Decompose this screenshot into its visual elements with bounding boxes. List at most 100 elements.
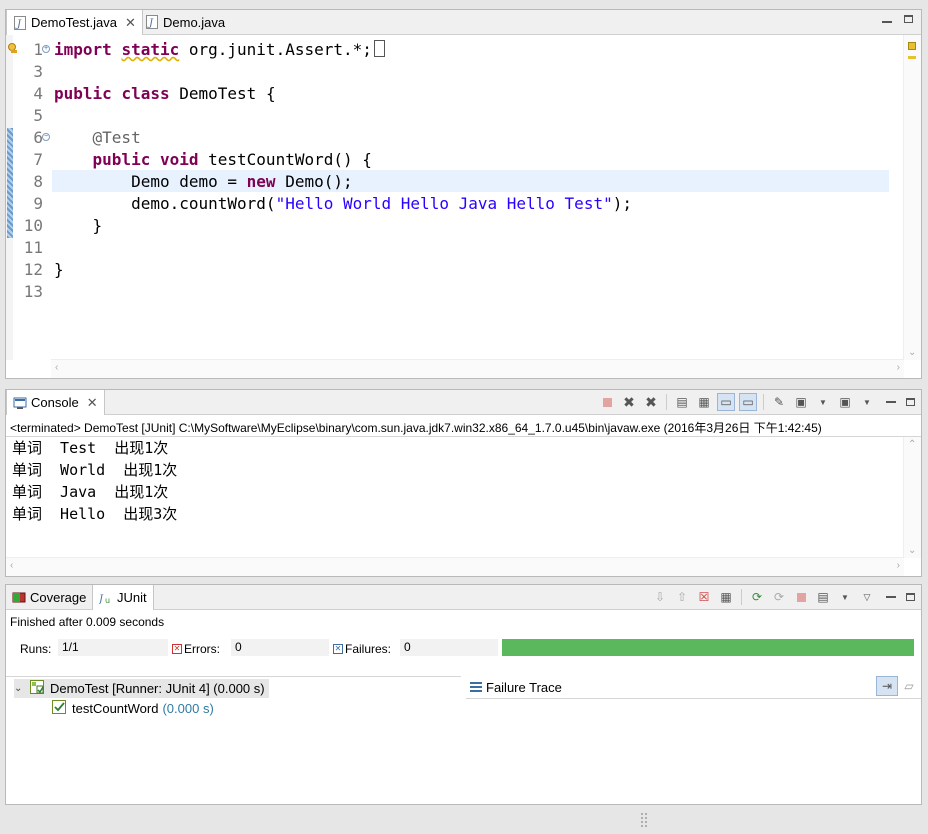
tab-label: Demo.java [163, 14, 226, 30]
display-console-icon[interactable]: ▣ [792, 393, 810, 411]
test-case-node[interactable]: testCountWord (0.000 s) [52, 699, 214, 718]
show-on-output-icon[interactable]: ▭ [717, 393, 735, 411]
code-line[interactable]: import static org.junit.Assert.*; [54, 39, 385, 61]
minimize-icon[interactable] [886, 596, 896, 598]
svg-text:J: J [147, 18, 154, 29]
junit-panel: Coverage Ju JUnit ⇩ ⇧ ☒ ▦ ⟳ ⟳ ▤ ▼ ▽ Fini… [5, 584, 922, 805]
next-failure-icon[interactable]: ⇩ [651, 588, 669, 606]
chevron-down-icon[interactable]: ▼ [814, 393, 832, 411]
pin-console-icon[interactable]: ✎ [770, 393, 788, 411]
clear-console-icon[interactable]: ▤ [673, 393, 691, 411]
code-line[interactable]: demo.countWord("Hello World Hello Java H… [54, 193, 632, 215]
failure-trace-header: Failure Trace [470, 677, 562, 697]
close-icon[interactable]: ✕ [87, 395, 98, 411]
line-number: 1 [33, 40, 43, 59]
failure-icon: ✕ [333, 644, 343, 654]
tab-junit[interactable]: Ju JUnit [92, 585, 154, 610]
chevron-down-icon[interactable]: ⌄ [14, 683, 26, 694]
test-suite-ok-icon [30, 680, 46, 697]
scroll-left-icon[interactable]: ‹ [55, 362, 58, 373]
tab-demo-java[interactable]: J Demo.java [139, 10, 231, 34]
remove-all-icon[interactable]: ✖ [642, 393, 660, 411]
stop-icon[interactable] [792, 588, 810, 606]
remove-launch-icon[interactable]: ✖ [620, 393, 638, 411]
terminate-icon[interactable] [598, 393, 616, 411]
code-token: void [159, 150, 199, 169]
scroll-right-icon[interactable]: › [897, 560, 900, 571]
scroll-lock-icon[interactable]: ▦ [695, 393, 713, 411]
console-tabbar: Console ✕ ✖ ✖ ▤ ▦ ▭ ▭ ✎ ▣ ▼ ▣ ▼ [6, 390, 921, 415]
view-menu-icon[interactable]: ▽ [858, 588, 876, 606]
filter-stack-trace-icon[interactable]: ⇥ [876, 676, 898, 696]
failure-trace-label: Failure Trace [486, 679, 562, 695]
sash-grip[interactable] [640, 812, 648, 828]
code-token: public [54, 84, 112, 103]
previous-failure-icon[interactable]: ⇧ [673, 588, 691, 606]
scroll-up-icon[interactable]: ⌃ [908, 439, 916, 450]
error-icon: ✕ [172, 644, 182, 654]
code-token: new [246, 172, 276, 191]
vertical-scrollbar[interactable]: ⌄ [903, 35, 921, 360]
tab-coverage[interactable]: Coverage [6, 585, 92, 609]
overview-marker-icon[interactable] [908, 42, 916, 50]
code-line[interactable]: public void testCountWord() { [54, 149, 372, 171]
scroll-left-icon[interactable]: ‹ [10, 560, 13, 571]
scroll-down-icon[interactable]: ⌄ [908, 545, 916, 556]
expand-fold-icon[interactable]: + [42, 45, 50, 53]
folded-import-marker[interactable] [373, 40, 385, 57]
rerun-failed-first-icon[interactable]: ⟳ [770, 588, 788, 606]
scroll-right-icon[interactable]: › [897, 362, 900, 373]
show-on-error-icon[interactable]: ▭ [739, 393, 757, 411]
line-number: 7 [33, 150, 43, 169]
code-line[interactable]: @Test [54, 127, 141, 149]
maximize-icon[interactable] [906, 398, 915, 406]
show-failures-only-icon[interactable]: ☒ [695, 588, 713, 606]
code-line[interactable]: } [54, 259, 64, 281]
code-token: class [121, 84, 170, 103]
code-line[interactable]: } [54, 215, 103, 237]
horizontal-scrollbar[interactable]: ‹ › [6, 557, 904, 576]
test-suite-node[interactable]: ⌄ DemoTest [Runner: JUnit 4] (0.000 s) [14, 679, 269, 698]
minimize-icon[interactable] [882, 21, 892, 23]
collapse-fold-icon[interactable]: − [42, 133, 50, 141]
coverage-icon [12, 590, 26, 604]
code-token: demo.countWord( [54, 194, 276, 213]
editor-panel: J DemoTest.java ✕ J Demo.java 1 + import s… [5, 9, 922, 379]
junit-icon: Ju [99, 591, 113, 605]
code-token: import [54, 40, 112, 59]
scroll-lock-icon[interactable]: ▦ [717, 588, 735, 606]
maximize-icon[interactable] [906, 593, 915, 601]
console-line: 单词 World 出现1次 [12, 461, 178, 479]
minimize-icon[interactable] [886, 401, 896, 403]
console-toolbar: ✖ ✖ ▤ ▦ ▭ ▭ ✎ ▣ ▼ ▣ ▼ [598, 393, 915, 411]
compare-result-icon[interactable]: ▱ [900, 677, 918, 695]
chevron-down-icon[interactable]: ▼ [858, 393, 876, 411]
line-number: 4 [33, 84, 43, 103]
scroll-down-icon[interactable]: ⌄ [908, 347, 916, 358]
test-case-duration: (0.000 s) [162, 701, 214, 716]
line-number: 9 [33, 194, 43, 213]
code-line[interactable]: public class DemoTest { [54, 83, 276, 105]
chevron-down-icon[interactable]: ▼ [836, 588, 854, 606]
overview-marker-icon[interactable] [908, 56, 916, 59]
code-line[interactable]: Demo demo = new Demo(); [54, 171, 353, 193]
tab-demotest-java[interactable]: J DemoTest.java ✕ [6, 10, 143, 35]
horizontal-scrollbar[interactable]: ‹ › [51, 359, 904, 378]
open-console-icon[interactable]: ▣ [836, 393, 854, 411]
tab-console[interactable]: Console ✕ [6, 390, 105, 415]
svg-text:J: J [99, 594, 104, 605]
vertical-scrollbar[interactable]: ⌃ ⌄ [903, 437, 921, 558]
test-run-history-icon[interactable]: ▤ [814, 588, 832, 606]
stack-trace-icon [470, 680, 482, 695]
runs-value: 1/1 [58, 639, 168, 656]
line-number: 5 [33, 106, 43, 125]
java-file-icon: J [13, 15, 27, 30]
line-number: 11 [23, 238, 43, 257]
maximize-icon[interactable] [904, 14, 913, 23]
close-icon[interactable]: ✕ [125, 15, 136, 31]
line-number: 6 [33, 128, 43, 147]
rerun-test-icon[interactable]: ⟳ [748, 588, 766, 606]
